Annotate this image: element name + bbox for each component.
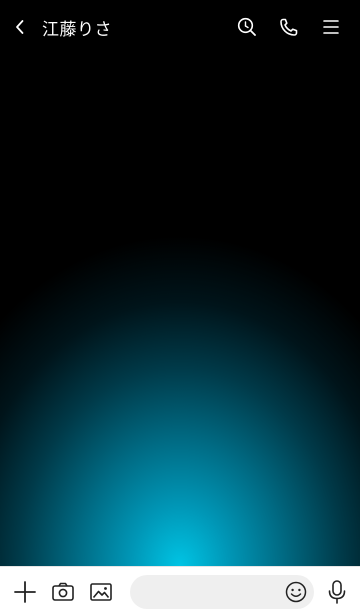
menu-icon [323,20,339,34]
message-composer [0,566,360,616]
smiley-icon[interactable] [284,580,308,604]
chat-title: 江藤りさ [42,19,112,40]
gallery-button[interactable] [86,572,116,612]
chat-background [0,0,360,566]
chat-screen: 江藤りさ [0,0,360,616]
menu-button[interactable] [310,7,352,47]
chat-header: 江藤りさ [0,0,360,54]
plus-icon [14,581,36,603]
message-input[interactable] [130,575,314,609]
chevron-left-icon [16,20,24,34]
add-button[interactable] [8,572,42,612]
camera-icon [52,582,74,601]
search-icon [237,17,256,36]
search-button[interactable] [226,7,268,47]
header-actions [226,0,352,54]
microphone-icon[interactable] [324,578,350,606]
camera-button[interactable] [48,572,78,612]
phone-icon [280,18,298,36]
back-button[interactable] [0,0,40,54]
call-button[interactable] [268,7,310,47]
image-icon [90,583,112,601]
